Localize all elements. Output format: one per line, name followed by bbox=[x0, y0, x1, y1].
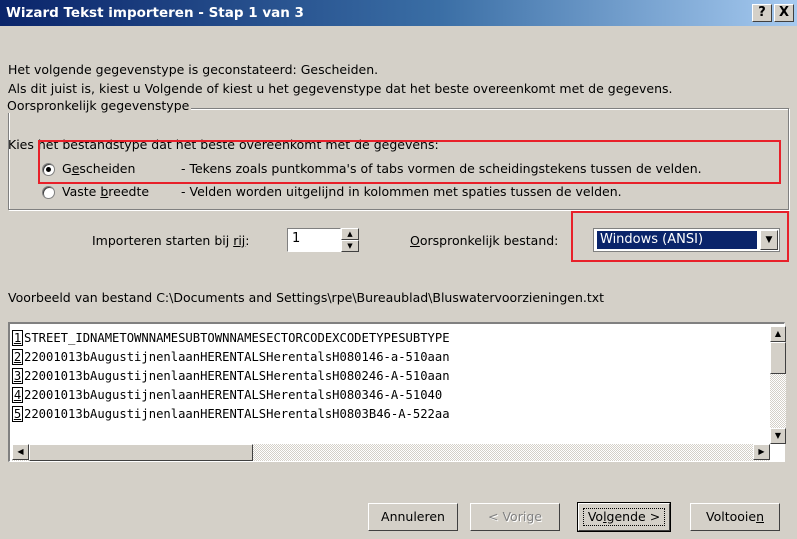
row-text: STREET_IDNAMETOWNNAMESUBTOWNNAMESECTORCO… bbox=[24, 331, 450, 345]
row-text: 22001013bAugustijnenlaanHERENTALSHerenta… bbox=[24, 369, 450, 383]
preview-row: 1 STREET_IDNAMETOWNNAMESUBTOWNNAMESECTORC… bbox=[12, 329, 450, 348]
scroll-right-icon[interactable]: ▶ bbox=[753, 444, 770, 460]
fixed-width-label[interactable]: Vaste breedte bbox=[62, 184, 149, 199]
data-type-group-legend: Oorspronkelijk gegevenstype bbox=[5, 98, 192, 113]
fixed-width-description: - Velden worden uitgelijnd in kolommen m… bbox=[181, 184, 622, 199]
next-button[interactable]: Volgende > bbox=[577, 502, 671, 532]
scroll-left-icon[interactable]: ◀ bbox=[12, 444, 29, 460]
row-number: 3 bbox=[12, 368, 23, 384]
cancel-button[interactable]: Annuleren bbox=[368, 503, 458, 531]
row-text: 22001013bAugustijnenlaanHERENTALSHerenta… bbox=[24, 388, 443, 402]
scroll-down-icon[interactable]: ▼ bbox=[770, 428, 786, 444]
horizontal-scrollbar[interactable]: ◀ ▶ bbox=[12, 444, 770, 461]
help-icon: ? bbox=[758, 5, 766, 20]
window-title: Wizard Tekst importeren - Stap 1 van 3 bbox=[6, 5, 304, 21]
instruction-text: Als dit juist is, kiest u Volgende of ki… bbox=[8, 81, 673, 96]
close-icon: X bbox=[778, 5, 790, 20]
preview-row: 5 22001013bAugustijnenlaanHERENTALSHerent… bbox=[12, 405, 450, 424]
start-row-label: Importeren starten bij rij: bbox=[92, 233, 250, 248]
row-text: 22001013bAugustijnenlaanHERENTALSHerenta… bbox=[24, 407, 450, 421]
file-preview[interactable]: 1 STREET_IDNAMETOWNNAMESUBTOWNNAMESECTORC… bbox=[8, 322, 786, 462]
finish-button[interactable]: Voltooien bbox=[690, 503, 780, 531]
origin-highlight bbox=[571, 211, 789, 262]
vertical-scrollbar[interactable]: ▲ ▼ bbox=[770, 326, 786, 444]
row-number: 4 bbox=[12, 387, 23, 403]
row-number: 1 bbox=[12, 330, 23, 346]
detected-type-text: Het volgende gegevenstype is geconstatee… bbox=[8, 62, 379, 77]
preview-row: 3 22001013bAugustijnenlaanHERENTALSHerent… bbox=[12, 367, 450, 386]
preview-row: 2 22001013bAugustijnenlaanHERENTALSHerent… bbox=[12, 348, 450, 367]
title-bar[interactable]: Wizard Tekst importeren - Stap 1 van 3 bbox=[0, 0, 797, 26]
horizontal-scroll-thumb[interactable] bbox=[29, 444, 253, 461]
preview-row: 4 22001013bAugustijnenlaanHERENTALSHerent… bbox=[12, 386, 442, 405]
row-text: 22001013bAugustijnenlaanHERENTALSHerenta… bbox=[24, 350, 450, 364]
focus-ring bbox=[583, 508, 665, 526]
back-button[interactable]: < Vorige bbox=[470, 503, 560, 531]
start-row-input[interactable]: 1 bbox=[287, 228, 341, 252]
row-number: 2 bbox=[12, 349, 23, 365]
delimited-highlight bbox=[38, 140, 781, 184]
spin-down-icon[interactable]: ▼ bbox=[341, 240, 359, 252]
scroll-up-icon[interactable]: ▲ bbox=[770, 326, 786, 342]
vertical-scroll-thumb[interactable] bbox=[770, 342, 786, 374]
start-row-spinner[interactable]: ▲ ▼ bbox=[341, 228, 359, 252]
close-button[interactable]: X bbox=[774, 4, 794, 22]
spin-up-icon[interactable]: ▲ bbox=[341, 228, 359, 240]
preview-label: Voorbeeld van bestand C:\Documents and S… bbox=[8, 290, 605, 305]
fixed-width-radio[interactable] bbox=[42, 186, 55, 199]
help-button[interactable]: ? bbox=[752, 4, 772, 22]
origin-label: Oorspronkelijk bestand: bbox=[410, 233, 559, 248]
row-number: 5 bbox=[12, 406, 23, 422]
